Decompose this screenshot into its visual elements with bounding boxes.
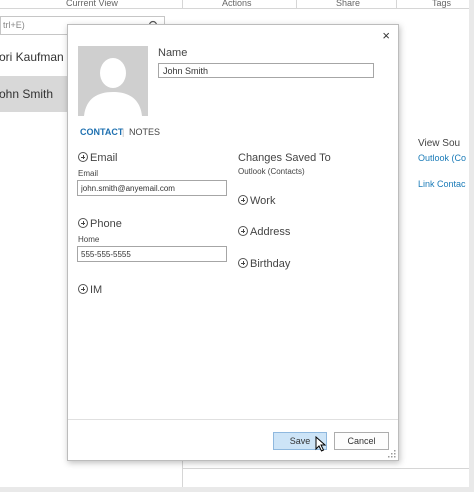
address-label: Address	[250, 226, 291, 238]
add-circle-icon[interactable]	[238, 226, 248, 236]
ribbon-divider	[0, 8, 469, 9]
tab-notes[interactable]: NOTES	[129, 127, 160, 137]
link-contacts-link[interactable]: Link Contac	[418, 179, 466, 189]
add-email-section[interactable]: Email	[78, 152, 118, 164]
phone-field[interactable]	[77, 246, 227, 262]
contact-name: ori Kaufman	[0, 50, 64, 64]
add-circle-icon[interactable]	[78, 284, 88, 294]
email-field[interactable]	[77, 180, 227, 196]
add-address-section[interactable]: Address	[238, 226, 290, 238]
outlook-contacts-link[interactable]: Outlook (Co	[418, 153, 466, 163]
im-header: IM	[90, 284, 103, 296]
saved-location: Outlook (Contacts)	[238, 167, 305, 176]
tab-contact[interactable]: CONTACT	[80, 127, 123, 137]
ribbon-group-tags: Tags	[432, 0, 452, 8]
close-icon[interactable]: ×	[382, 29, 390, 43]
add-circle-icon[interactable]	[78, 218, 88, 228]
changes-saved-to-label: Changes Saved To	[238, 152, 331, 164]
resize-grip-icon[interactable]	[388, 450, 396, 458]
add-birthday-section[interactable]: Birthday	[238, 258, 290, 270]
email-field-label: Email	[78, 169, 99, 178]
phone-header: Phone	[90, 218, 122, 230]
cancel-button[interactable]: Cancel	[334, 432, 389, 450]
view-source-label: View Sou	[418, 138, 461, 149]
ribbon-group-labels: Current View Actions Share Tags	[0, 0, 469, 8]
work-label: Work	[250, 195, 276, 207]
contact-list-item-selected[interactable]: ohn Smith	[0, 76, 68, 112]
tab-separator: |	[122, 127, 125, 137]
mouse-pointer-icon	[315, 436, 327, 452]
add-im-section[interactable]: IM	[78, 284, 102, 296]
add-circle-icon[interactable]	[238, 258, 248, 268]
contact-photo-placeholder[interactable]	[78, 46, 148, 116]
birthday-label: Birthday	[250, 258, 291, 270]
ribbon-group-actions: Actions	[222, 0, 252, 8]
add-work-section[interactable]: Work	[238, 195, 275, 207]
search-hint: trl+E)	[3, 20, 25, 30]
add-phone-section[interactable]: Phone	[78, 218, 122, 230]
ribbon-group-current-view: Current View	[66, 0, 118, 8]
dialog-footer-divider	[68, 419, 398, 420]
person-silhouette-icon	[78, 46, 148, 116]
contact-list-item[interactable]: ori Kaufman	[0, 46, 68, 68]
contact-name: ohn Smith	[0, 87, 54, 101]
email-header: Email	[90, 152, 118, 164]
ribbon-group-share: Share	[336, 0, 361, 8]
add-circle-icon[interactable]	[78, 152, 88, 162]
name-input[interactable]	[158, 63, 374, 78]
phone-field-label: Home	[78, 235, 100, 244]
name-label: Name	[158, 47, 188, 59]
pane-bottom-divider	[182, 468, 469, 469]
add-circle-icon[interactable]	[238, 195, 248, 205]
contact-dialog: × Name CONTACT | NOTES Email Email Phone…	[67, 24, 399, 461]
